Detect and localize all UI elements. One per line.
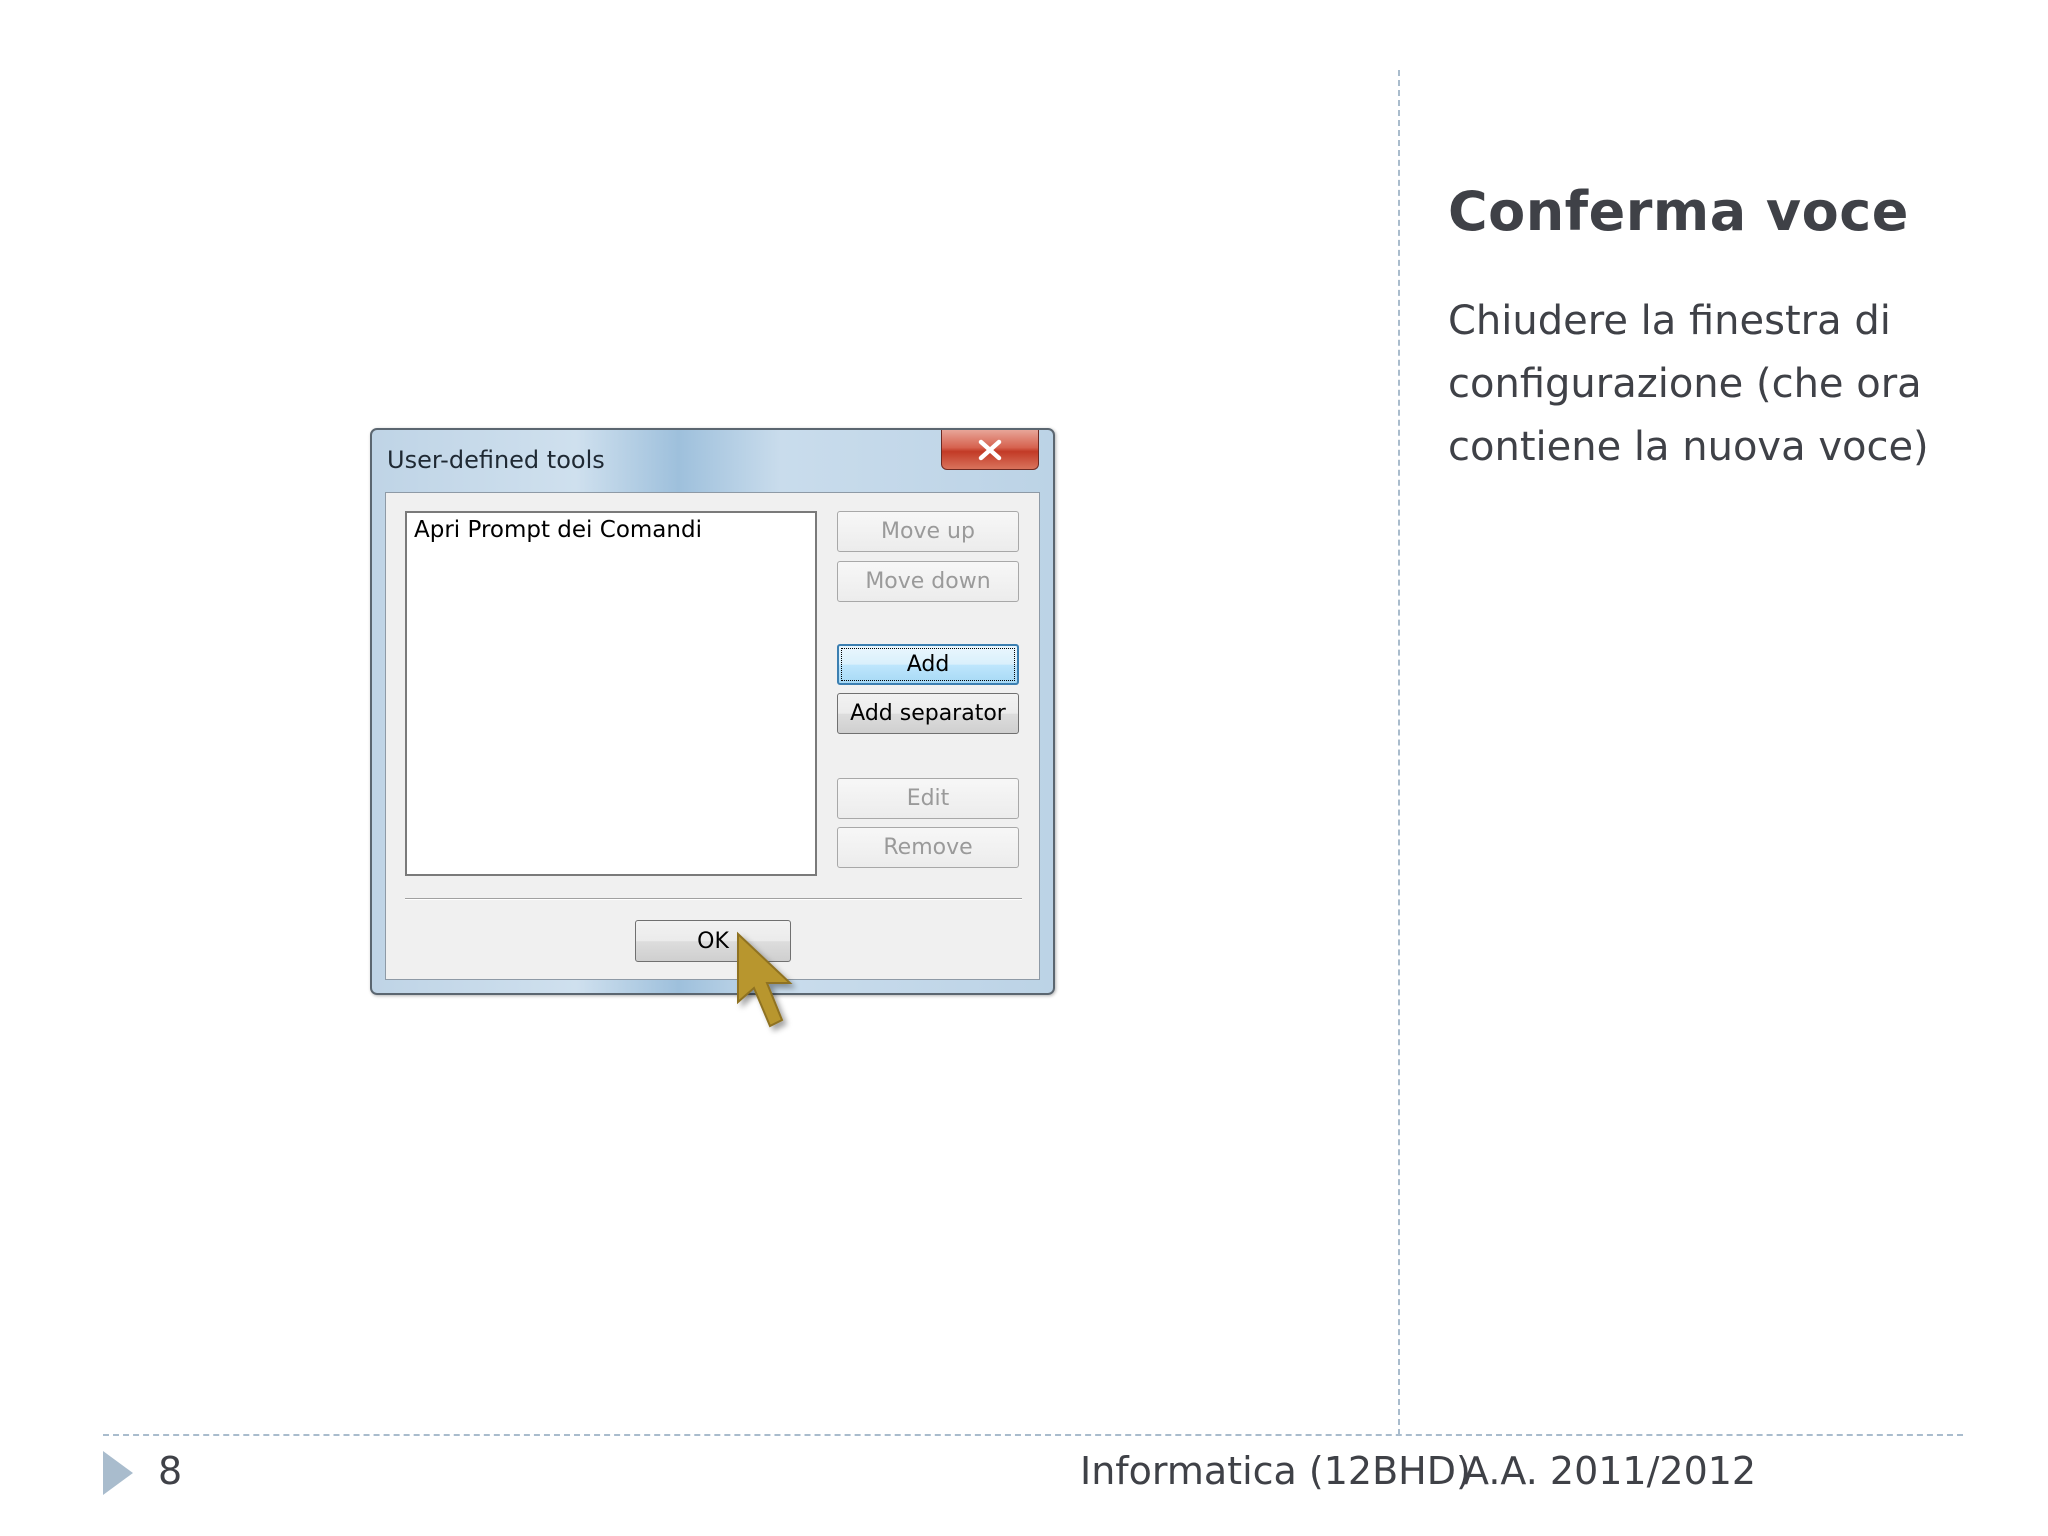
move-up-button[interactable]: Move up — [837, 511, 1019, 552]
add-button[interactable]: Add — [837, 644, 1019, 685]
footer-bullet-icon — [103, 1451, 133, 1495]
footer-divider — [103, 1434, 1963, 1436]
close-button[interactable] — [941, 430, 1039, 470]
list-item[interactable]: Apri Prompt dei Comandi — [414, 517, 702, 543]
add-separator-button[interactable]: Add separator — [837, 693, 1019, 734]
tools-listbox[interactable]: Apri Prompt dei Comandi — [405, 511, 817, 876]
edit-button[interactable]: Edit — [837, 778, 1019, 819]
page-number: 8 — [158, 1449, 183, 1493]
dialog-separator — [405, 898, 1022, 900]
dialog-title: User-defined tools — [387, 446, 605, 474]
mouse-pointer-icon — [737, 931, 793, 1028]
close-x-icon — [978, 439, 1002, 460]
slide-title: Conferma voce — [1448, 180, 1909, 243]
dialog-client-area: Apri Prompt dei Comandi Move up Move dow… — [385, 492, 1040, 980]
user-defined-tools-dialog: User-defined tools Apri Prompt dei Coman… — [370, 428, 1055, 995]
footer-course: Informatica (12BHD) — [1080, 1449, 1471, 1493]
slide-body-text: Chiudere la finestra di configurazione (… — [1448, 298, 1929, 470]
remove-button[interactable]: Remove — [837, 827, 1019, 868]
footer-academic-year: A.A. 2011/2012 — [1463, 1449, 1757, 1493]
vertical-divider — [1398, 70, 1400, 1435]
move-down-button[interactable]: Move down — [837, 561, 1019, 602]
